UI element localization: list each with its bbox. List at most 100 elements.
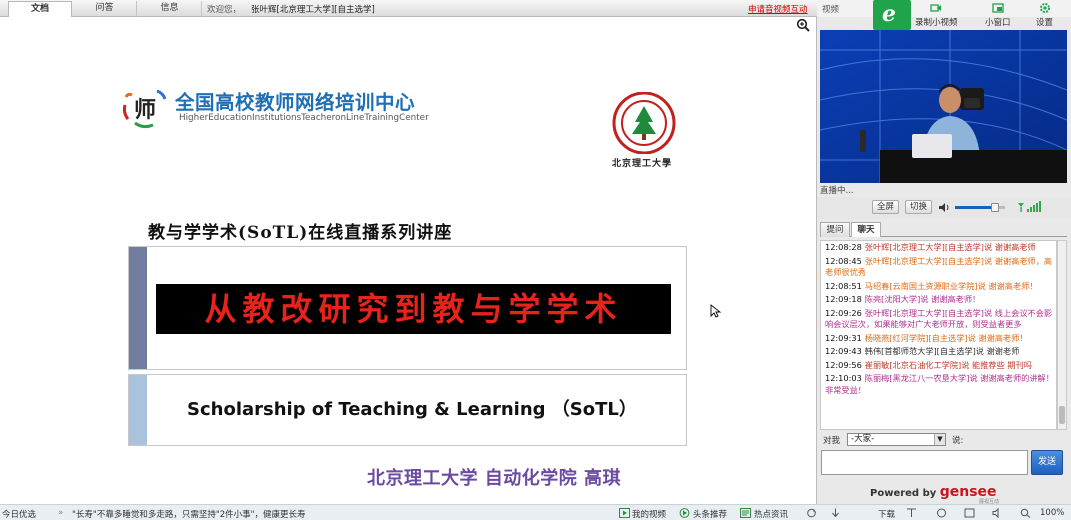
message-text: 张叶辉[北京理工大学][自主选学]说 谢谢高老师	[864, 242, 1036, 252]
video-label: 视频	[822, 5, 840, 15]
chevron-down-icon: ▼	[934, 434, 945, 445]
sound-icon[interactable]	[992, 508, 1003, 518]
powered-prefix: Powered by	[870, 488, 940, 499]
recipient-value: -大家-	[851, 434, 875, 444]
hot-news-link[interactable]: 热点资讯	[754, 508, 788, 520]
message-time: 12:08:51	[825, 280, 862, 291]
apply-av-interaction-link[interactable]: 申请音视频互动	[748, 3, 808, 15]
main-title: 从教改研究到教与学学术	[204, 290, 623, 328]
speaker-icon[interactable]	[938, 202, 950, 213]
news-ticker[interactable]: "长寿"不靠多睡觉和多走路，只需坚持"2件小事"，健康更长寿	[72, 508, 306, 520]
chat-message: 12:09:56 崔丽敏[北京石油化工学院]说 能推荐些 期刊吗	[821, 359, 1056, 373]
org-name-cn: 全国高校教师网络培训中心	[175, 91, 416, 114]
record-video-label: 录制小视频	[915, 18, 958, 28]
volume-slider[interactable]	[955, 203, 1005, 212]
document-tab-bar: 文档 问答 信息 欢迎您， 张叶辉[北京理工大学][自主选学] 申请音视频互动	[0, 0, 817, 17]
message-text: 韩伟[首都师范大学][自主选学]说 谢谢老师	[864, 346, 1020, 356]
welcome-message: 欢迎您， 张叶辉[北京理工大学][自主选学]	[207, 3, 375, 15]
message-text: 崔丽敏[北京石油化工学院]说 能推荐些 期刊吗	[864, 359, 1032, 370]
message-time: 12:09:56	[825, 359, 862, 370]
title-band: 从教改研究到教与学学术	[156, 284, 671, 334]
window-icon[interactable]	[964, 508, 975, 518]
send-button[interactable]: 发送	[1031, 450, 1063, 475]
series-title: 教与学学术(SoTL)在线直播系列讲座	[148, 223, 453, 243]
main-title-box: 从教改研究到教与学学术	[128, 246, 687, 370]
university-seal-caption: 北京理工大學	[612, 159, 673, 169]
org-name-en: HigherEducationInstitutionsTeacheronLine…	[179, 113, 429, 123]
svg-text:师: 师	[134, 97, 156, 123]
video-icon	[619, 508, 630, 518]
scroll-thumb[interactable]	[1059, 406, 1065, 424]
message-text: 陈亮[沈阳大学]说 谢谢高老师！	[864, 294, 981, 304]
message-time: 12:09:31	[825, 332, 862, 343]
chat-message: 12:08:28 张叶辉[北京理工大学][自主选学]说 谢谢高老师	[821, 241, 1056, 255]
message-time: 12:09:43	[825, 346, 862, 356]
message-text: 杨晓燕[红河学院][自主选学]说 谢谢高老师！	[864, 332, 1028, 343]
download-icon[interactable]	[830, 508, 841, 518]
settings-label: 设置	[1036, 18, 1054, 28]
app-logo: e	[873, 0, 911, 30]
chat-message: 12:09:18 陈亮[沈阳大学]说 谢谢高老师！	[821, 293, 1056, 307]
welcome-user: 张叶辉[北京理工大学][自主选学]	[251, 5, 375, 15]
browser-status-bar: 今日优选 » "长寿"不靠多睡觉和多走路，只需坚持"2件小事"，健康更长寿 我的…	[0, 504, 1071, 520]
chat-message-list[interactable]: 12:08:28 张叶辉[北京理工大学][自主选学]说 谢谢高老师 12:08:45…	[820, 240, 1057, 430]
english-title: Scholarship of Teaching & Learning （SoTL…	[187, 399, 637, 420]
message-time: 12:08:45	[825, 255, 862, 266]
zoom-level[interactable]: 100%	[1040, 508, 1064, 518]
university-seal-logo	[612, 92, 676, 154]
screenshot-icon[interactable]	[906, 508, 917, 518]
headline-icon	[679, 508, 690, 518]
tab-questions[interactable]: 提问	[820, 222, 850, 237]
english-title-box: Scholarship of Teaching & Learning （SoTL…	[128, 374, 687, 446]
my-video-link[interactable]: 我的视频	[632, 508, 666, 520]
gear-icon	[1039, 3, 1050, 13]
tab-chat[interactable]: 聊天	[851, 222, 881, 237]
recipient-label: 对我	[823, 436, 841, 446]
small-window-icon	[992, 3, 1004, 13]
chat-message: 12:09:43 韩伟[首都师范大学][自主选学]说 谢谢老师	[821, 345, 1056, 359]
record-video-button[interactable]: 录制小视频	[915, 2, 958, 28]
chat-input[interactable]	[821, 450, 1028, 475]
message-time: 12:10:03	[825, 373, 862, 383]
zoom-in-icon[interactable]	[796, 18, 810, 32]
chat-tab-bar: 提问 聊天	[820, 222, 1067, 237]
headline-link[interactable]: 头条推荐	[693, 508, 727, 520]
side-panel: 视频 e 录制小视频 小窗口 设置 直播中... 全屏 切换 提问 聊天 12:…	[817, 0, 1071, 505]
video-controls: 全屏 切换	[817, 197, 1071, 219]
accent-bar	[129, 247, 147, 369]
presenter-info: 北京理工大学 自动化学院 高琪	[367, 468, 622, 489]
tab-document[interactable]: 文档	[8, 1, 72, 17]
tab-qa[interactable]: 问答	[73, 1, 137, 17]
chat-message: 12:08:45 张叶辉[北京理工大学][自主选学]说 谢谢高老师，高老师很优秀	[821, 255, 1056, 280]
daily-picks[interactable]: 今日优选	[2, 508, 36, 520]
small-window-button[interactable]: 小窗口	[985, 2, 1011, 28]
recipient-row: 对我 -大家- ▼ 说:	[820, 433, 1067, 447]
volume-fill	[955, 206, 995, 209]
download-label[interactable]: 下载	[878, 508, 895, 520]
message-time: 12:09:26	[825, 307, 862, 318]
clean-icon[interactable]	[936, 508, 947, 518]
hot-news-icon	[740, 508, 751, 518]
live-lecture-window: 文档 问答 信息 欢迎您， 张叶辉[北京理工大学][自主选学] 申请音视频互动 师…	[0, 0, 1071, 520]
message-time: 12:08:28	[825, 242, 862, 252]
chat-message: 12:09:31 杨晓燕[红河学院][自主选学]说 谢谢高老师！	[821, 332, 1056, 346]
news-separator: »	[58, 508, 64, 518]
chat-message: 12:09:26 张叶辉[北京理工大学][自主选学]说 线上会议不会影响会议层次，…	[821, 307, 1056, 332]
search-icon[interactable]	[1020, 508, 1031, 518]
live-video-feed[interactable]	[820, 30, 1067, 183]
powered-by: Powered by gensee	[870, 484, 997, 500]
refresh-icon[interactable]	[806, 508, 817, 518]
training-center-logo: 师	[122, 89, 167, 129]
recipient-select[interactable]: -大家- ▼	[847, 433, 946, 446]
message-time: 12:09:18	[825, 294, 862, 304]
fullscreen-button[interactable]: 全屏	[872, 200, 900, 214]
chat-scrollbar[interactable]	[1057, 240, 1067, 430]
slide-viewer: 师 全国高校教师网络培训中心 HigherEducationInstitutio…	[0, 17, 817, 504]
small-window-label: 小窗口	[985, 18, 1011, 28]
video-record-icon	[930, 4, 942, 12]
app-logo-letter: e	[882, 1, 896, 27]
switch-button[interactable]: 切换	[905, 200, 933, 214]
settings-button[interactable]: 设置	[1036, 2, 1053, 28]
volume-knob[interactable]	[991, 203, 999, 212]
tab-info[interactable]: 信息	[138, 1, 202, 17]
